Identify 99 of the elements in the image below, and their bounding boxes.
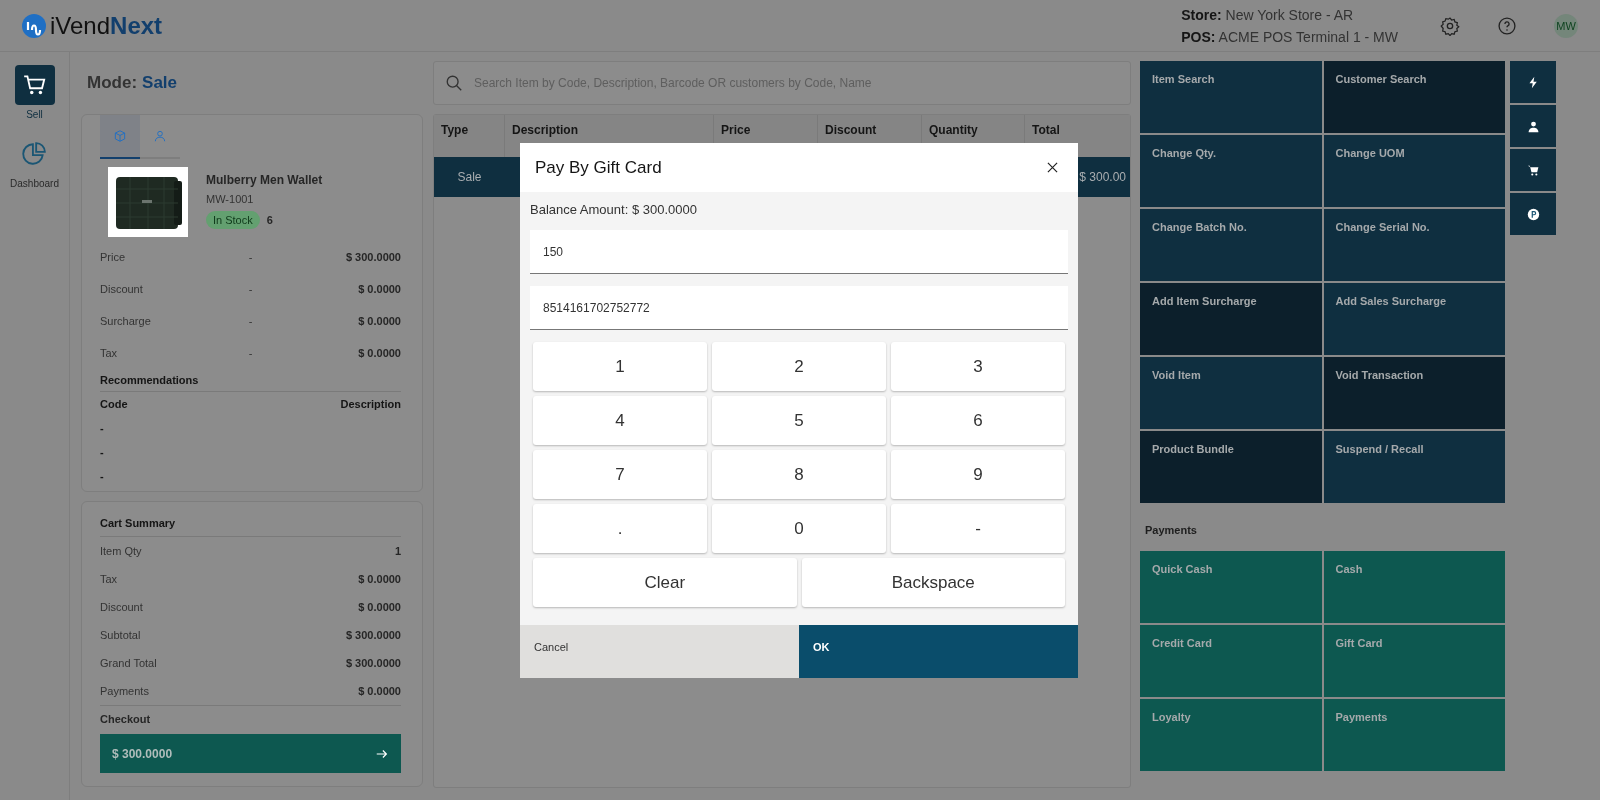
keypad-key[interactable]: 5 <box>712 396 886 445</box>
action-tile[interactable]: Product Bundle <box>1140 431 1322 503</box>
column-header: Description <box>340 398 401 410</box>
summary-label: Tax <box>100 573 118 585</box>
nav-item[interactable]: Dashboard <box>10 134 59 189</box>
summary-value: $ 0.0000 <box>358 601 401 613</box>
keypad-key[interactable]: 3 <box>891 342 1065 391</box>
close-icon[interactable] <box>1047 162 1058 173</box>
logo-icon <box>22 13 46 38</box>
payment-tile[interactable]: Credit Card <box>1140 625 1322 697</box>
side-button[interactable] <box>1510 105 1556 147</box>
mode-title: Mode: Sale <box>86 72 179 94</box>
detail-label: Surcharge <box>100 315 152 327</box>
side-button[interactable] <box>1510 193 1556 235</box>
summary-label: Subtotal <box>100 629 141 641</box>
detail-label: Price <box>100 251 127 263</box>
keypad-key[interactable]: 0 <box>712 504 886 553</box>
help-icon[interactable] <box>1497 15 1517 36</box>
keypad-key[interactable]: 6 <box>891 396 1065 445</box>
action-tile[interactable]: Void Item <box>1140 357 1322 429</box>
person-icon <box>153 129 167 143</box>
search-icon <box>445 74 463 92</box>
action-tile[interactable]: Void Transaction <box>1323 357 1505 429</box>
action-tile[interactable]: Customer Search <box>1323 61 1505 133</box>
summary-value: 1 <box>394 545 401 557</box>
keypad-key[interactable]: - <box>891 504 1065 553</box>
summary-label: Item Qty <box>100 545 142 557</box>
cube-icon <box>113 129 127 143</box>
cancel-button[interactable]: Cancel <box>520 625 799 678</box>
action-tile[interactable]: Add Item Surcharge <box>1140 283 1322 355</box>
stock-badge: In Stock <box>206 211 260 229</box>
detail-label: Discount <box>100 283 144 295</box>
summary-value: $ 0.0000 <box>358 573 401 585</box>
side-button[interactable] <box>1510 149 1556 191</box>
detail-value: - <box>247 315 254 327</box>
product-name: Mulberry Men Wallet <box>206 173 323 187</box>
summary-label: Grand Total <box>100 657 157 669</box>
table-cell-text: Sale <box>456 170 483 184</box>
payment-tile[interactable]: Quick Cash <box>1140 551 1322 623</box>
keypad-key[interactable]: 4 <box>533 396 707 445</box>
logo-text: iVendNext <box>50 11 163 40</box>
detail-value: - <box>247 347 254 359</box>
action-tile[interactable]: Change UOM <box>1323 135 1505 207</box>
detail-value: - <box>247 283 254 295</box>
pie-chart-icon <box>21 141 48 167</box>
keypad-key[interactable]: 9 <box>891 450 1065 499</box>
keypad-key[interactable]: 1 <box>533 342 707 391</box>
coin-icon <box>1526 207 1540 221</box>
amount-field[interactable]: 150 <box>530 230 1068 274</box>
table-cell-text: $ 300.00 <box>1079 170 1127 184</box>
keypad-key[interactable]: 2 <box>712 342 886 391</box>
section-title: Payments <box>1144 523 1198 538</box>
detail-amount: $ 0.0000 <box>357 283 401 295</box>
payment-tile[interactable]: Loyalty <box>1140 699 1322 771</box>
table-cell: - <box>100 470 104 482</box>
action-tile[interactable]: Suspend / Recall <box>1323 431 1505 503</box>
section-title: Cart Summary <box>100 510 401 537</box>
detail-label: Tax <box>100 347 119 359</box>
product-code: MW-1001 <box>206 193 255 205</box>
stock-quantity: 6 <box>266 214 273 226</box>
summary-value: $ 300.0000 <box>345 629 401 641</box>
pos-info: POS: ACME POS Terminal 1 - MW <box>1181 27 1398 47</box>
keypad-key[interactable]: Backspace <box>801 558 1065 607</box>
product-tab[interactable] <box>100 115 140 159</box>
section-title: Recommendations <box>100 369 401 392</box>
detail-amount: $ 0.0000 <box>357 315 401 327</box>
detail-value: - <box>247 251 254 263</box>
cart-icon <box>1526 163 1540 177</box>
action-tile[interactable]: Change Batch No. <box>1140 209 1322 281</box>
action-tile[interactable]: Add Sales Surcharge <box>1323 283 1505 355</box>
payment-tile[interactable]: Payments <box>1323 699 1505 771</box>
ok-button[interactable]: OK <box>799 625 1078 678</box>
detail-amount: $ 300.0000 <box>344 251 401 263</box>
column-header: Code <box>100 398 128 410</box>
section-title: Checkout <box>100 705 401 732</box>
keypad-key[interactable]: Clear <box>533 558 797 607</box>
summary-value: $ 0.0000 <box>358 685 401 697</box>
settings-icon[interactable] <box>1440 15 1460 36</box>
summary-label: Discount <box>100 601 143 613</box>
detail-amount: $ 0.0000 <box>357 347 401 359</box>
table-cell: - <box>100 446 104 458</box>
keypad-key[interactable]: . <box>533 504 707 553</box>
person-icon <box>1526 119 1540 133</box>
payment-tile[interactable]: Cash <box>1323 551 1505 623</box>
summary-label: Payments <box>100 685 149 697</box>
action-tile[interactable]: Change Qty. <box>1140 135 1322 207</box>
card-number-field[interactable]: 8514161702752772 <box>530 286 1068 330</box>
table-cell: - <box>100 422 104 434</box>
action-tile[interactable]: Item Search <box>1140 61 1322 133</box>
column-header: Total <box>1031 122 1061 139</box>
keypad-key[interactable]: 8 <box>712 450 886 499</box>
store-info: Store: New York Store - AR <box>1181 5 1355 25</box>
keypad-key[interactable]: 7 <box>533 450 707 499</box>
balance-amount: Balance Amount: $ 300.0000 <box>530 202 698 219</box>
dialog-title: Pay By Gift Card <box>535 157 662 178</box>
checkout-button[interactable]: $ 300.0000 <box>100 734 401 773</box>
payment-tile[interactable]: Gift Card <box>1323 625 1505 697</box>
action-tile[interactable]: Change Serial No. <box>1323 209 1505 281</box>
summary-value: $ 300.0000 <box>345 657 401 669</box>
